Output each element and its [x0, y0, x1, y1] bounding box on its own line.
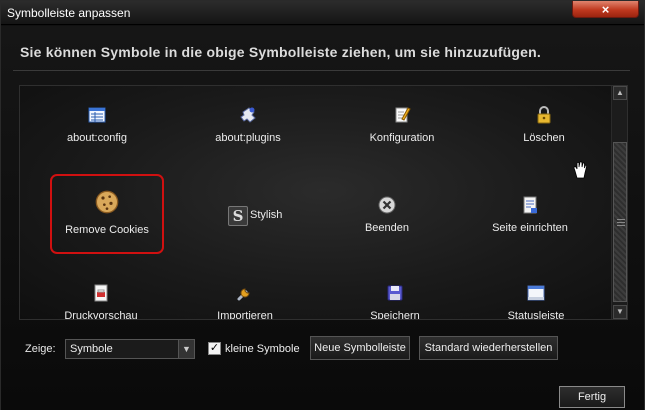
cookie-icon [95, 190, 119, 214]
palette-item-label: Konfiguration [369, 132, 435, 144]
palette-item-about-config[interactable]: about:config [32, 106, 162, 156]
palette-item-statusleiste[interactable]: Statusleiste [471, 284, 601, 320]
palette-item-label: Löschen [523, 132, 565, 144]
palette-item-about-plugins[interactable]: about:plugins [183, 106, 313, 156]
show-mode-value: Symbole [70, 343, 113, 355]
palette-item-seite-einrichten[interactable]: Seite einrichten [465, 196, 595, 246]
instruction-text: Sie können Symbole in die obige Symbolle… [20, 44, 542, 60]
palette-item-label: about:config [67, 132, 127, 144]
exit-x-circle-icon [378, 196, 396, 214]
page-setup-icon [523, 196, 537, 214]
small-icons-label[interactable]: kleine Symbole [225, 343, 300, 355]
show-label: Zeige: [25, 343, 56, 355]
show-mode-select[interactable]: Symbole ▼ [65, 339, 195, 359]
floppy-disk-icon [387, 285, 403, 301]
config-list-icon [88, 107, 106, 123]
palette-item-importieren[interactable]: Importieren [180, 284, 310, 320]
palette-item-label: Beenden [364, 222, 410, 234]
window-title: Symbolleiste anpassen [7, 6, 131, 20]
scroll-thumb[interactable] [613, 142, 627, 302]
palette-item-beenden[interactable]: Beenden [322, 196, 452, 246]
palette-item-druckvorschau[interactable]: Druckvorschau [36, 284, 166, 320]
toolbar-item-palette: about:config about:plugins Konfiguration [19, 85, 628, 320]
done-button[interactable]: Fertig [559, 386, 625, 408]
wrench-icon [237, 288, 250, 301]
status-bar-window-icon [527, 285, 545, 301]
palette-item-label: Importieren [217, 310, 273, 320]
new-toolbar-button[interactable]: Neue Symbolleiste [310, 336, 410, 360]
palette-item-label: Stylish [250, 209, 283, 221]
stylish-s-icon: S [228, 206, 248, 226]
palette-item-label: Seite einrichten [492, 222, 568, 234]
scroll-grip [617, 219, 625, 220]
hand-cursor-icon [573, 161, 588, 179]
scroll-grip [617, 225, 625, 226]
palette-item-label: Statusleiste [507, 310, 565, 320]
padlock-icon [537, 106, 551, 124]
scroll-grip [617, 222, 625, 223]
palette-item-label: Speichern [370, 310, 420, 320]
small-icons-checkbox[interactable]: ✓ [208, 342, 221, 355]
palette-item-konfiguration[interactable]: Konfiguration [337, 106, 467, 156]
notepad-pencil-icon [395, 107, 411, 123]
close-icon: × [601, 1, 610, 17]
palette-item-label: Remove Cookies [65, 224, 149, 236]
palette-item-label: Druckvorschau [64, 310, 138, 320]
title-bar[interactable]: Symbolleiste anpassen × [1, 1, 644, 25]
scroll-down-button[interactable]: ▼ [613, 305, 627, 319]
chevron-down-icon: ▼ [178, 340, 194, 358]
palette-item-label: about:plugins [215, 132, 281, 144]
print-preview-icon [94, 284, 108, 302]
restore-default-button[interactable]: Standard wiederherstellen [419, 336, 558, 360]
close-button[interactable]: × [572, 1, 639, 18]
customize-toolbar-dialog: Symbolleiste anpassen × Sie können Symbo… [0, 0, 645, 410]
divider [13, 70, 630, 71]
palette-scrollbar[interactable]: ▲ ▼ [611, 86, 627, 319]
scroll-up-button[interactable]: ▲ [613, 86, 627, 100]
palette-item-speichern[interactable]: Speichern [330, 284, 460, 320]
plugin-puzzle-icon [240, 107, 256, 123]
palette-item-loeschen[interactable]: Löschen [479, 106, 609, 156]
palette-item-remove-cookies[interactable]: Remove Cookies [42, 190, 172, 244]
